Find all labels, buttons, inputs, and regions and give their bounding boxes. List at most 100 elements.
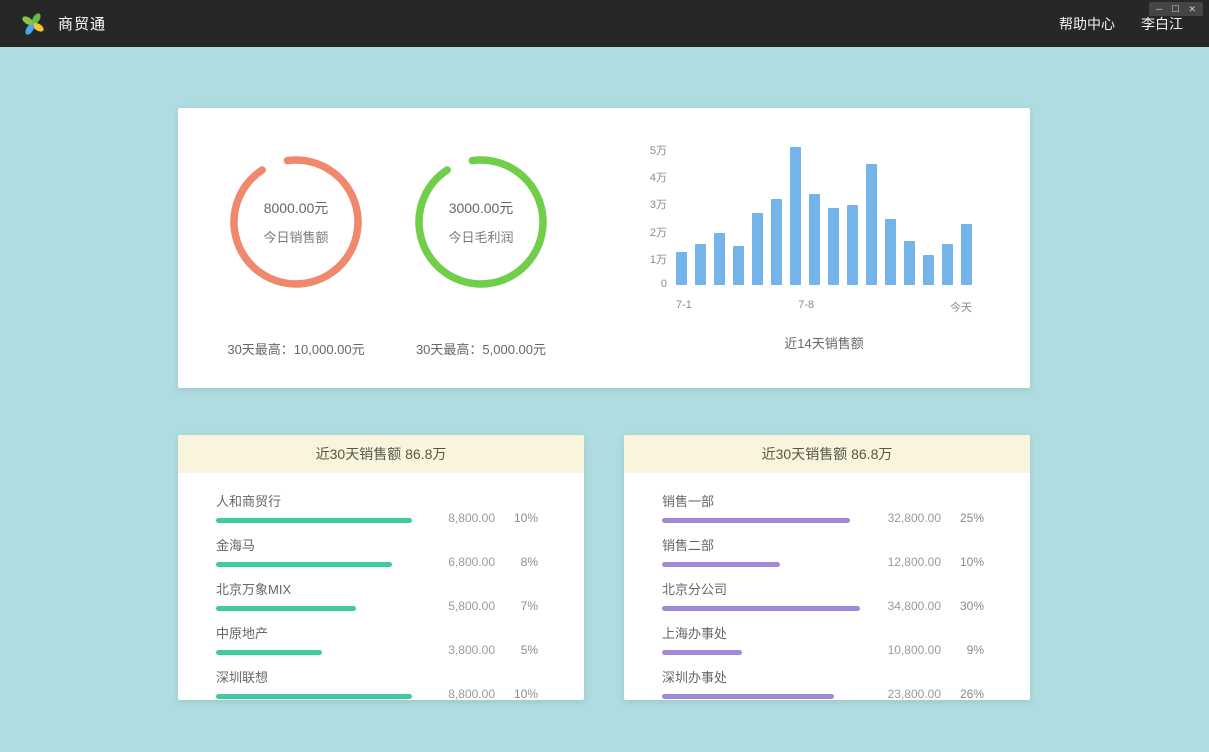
sales-day-bar [752,213,763,285]
percent-value: 8% [510,555,538,569]
amount-value: 6,800.00 [435,555,495,569]
today-sales-max-note: 30天最高：10,000.00元 [226,339,366,358]
percent-value: 10% [956,555,984,569]
sales-day-bar [961,224,972,285]
y-tick: 4万 [650,169,667,185]
window-controls: ─ ☐ ✕ [1149,2,1203,16]
y-tick: 3万 [650,196,667,212]
amount-value: 23,800.00 [881,687,941,700]
ratio-bar [216,650,322,655]
y-tick: 5万 [650,142,667,158]
list-item: 上海办事处 10,800.00 9% [662,623,984,655]
x-tick: 今天 [950,299,972,315]
entity-label: 金海马 [216,535,416,554]
sales-day-bar [733,246,744,285]
ratio-bar [662,606,860,611]
today-profit-value: 3000.00元 [449,198,514,218]
list-item: 金海马 6,800.00 8% [216,535,538,567]
ratio-bar [216,518,412,523]
titlebar-right: 帮助中心 李白江 [1059,14,1183,34]
percent-value: 9% [956,643,984,657]
sales-day-bar [695,244,706,285]
x-tick: 7-1 [676,299,692,311]
entity-label: 深圳办事处 [662,667,862,686]
customer-sales-title: 近30天销售额 86.8万 [178,435,584,473]
app-logo-icon [20,11,46,37]
sales-day-bar [809,194,820,285]
amount-value: 3,800.00 [435,643,495,657]
list-item: 北京分公司 34,800.00 30% [662,579,984,611]
app-title: 商贸通 [58,13,106,34]
entity-label: 深圳联想 [216,667,416,686]
amount-value: 34,800.00 [881,599,941,613]
sales-day-bar [676,252,687,285]
list-item: 深圳联想 8,800.00 10% [216,667,538,699]
maximize-button[interactable]: ☐ [1171,3,1179,15]
ratio-bar [216,562,392,567]
today-sales-donut: 8000.00元 今日销售额 30天最高：10,000.00元 [226,152,366,388]
minimize-button[interactable]: ─ [1156,3,1162,15]
x-axis-labels: 7-1 7-8 今天 [676,299,972,313]
sales-day-bar [866,164,877,285]
today-sales-label: 今日销售额 [263,227,328,246]
percent-value: 10% [510,511,538,525]
ratio-bar [662,694,834,699]
y-tick: 0 [661,278,667,290]
percent-value: 5% [510,643,538,657]
donut-center-text: 8000.00元 今日销售额 [226,152,366,292]
amount-value: 5,800.00 [435,599,495,613]
dashboard: 8000.00元 今日销售额 30天最高：10,000.00元 3000.00元… [178,108,1030,700]
ratio-bar [662,518,850,523]
list-item: 人和商贸行 8,800.00 10% [216,491,538,523]
sales-day-bar [942,244,953,285]
amount-value: 8,800.00 [435,511,495,525]
user-menu[interactable]: 李白江 [1141,14,1183,34]
sales-day-bar [904,241,915,285]
percent-value: 25% [956,511,984,525]
list-item: 销售一部32,800.0025% [662,491,984,523]
amount-value: 8,800.00 [435,687,495,700]
ratio-bar [662,650,742,655]
x-tick: 7-8 [798,299,814,311]
list-item: 销售二部12,800.0010% [662,535,984,567]
sales-day-bar [771,199,782,285]
today-profit-label: 今日毛利润 [448,227,513,246]
donut-center-text: 3000.00元 今日毛利润 [411,152,551,292]
customer-sales-panel: 近30天销售额 86.8万 人和商贸行 8,800.00 10% 金海马 6,800.0… [178,435,584,700]
sales-day-bar [828,208,839,285]
today-profit-donut: 3000.00元 今日毛利润 30天最高：5,000.00元 [411,152,551,388]
sales-day-bar [923,255,934,285]
entity-label: 人和商贸行 [216,491,416,510]
list-item: 北京万象MIX 5,800.00 7% [216,579,538,611]
titlebar: 商贸通 帮助中心 李白江 ─ ☐ ✕ [0,0,1209,47]
amount-value: 10,800.00 [881,643,941,657]
y-tick: 1万 [650,251,667,267]
daily-sales-caption: 近14天销售额 [676,333,972,352]
ratio-bar [216,606,356,611]
sales-day-bar [885,219,896,285]
department-sales-list: 销售一部32,800.0025% 销售二部12,800.0010% 北京分公司 34,… [624,473,1030,699]
sales-day-bar [790,147,801,285]
today-sales-value: 8000.00元 [264,198,329,218]
list-item: 深圳办事处23,800.0026% [662,667,984,699]
close-button[interactable]: ✕ [1188,3,1196,15]
entity-label: 北京万象MIX [216,579,416,598]
percent-value: 30% [956,599,984,613]
entity-label: 北京分公司 [662,579,862,598]
entity-label: 销售二部 [662,535,862,554]
help-center-link[interactable]: 帮助中心 [1059,14,1115,34]
list-item: 中原地产3,800.005% [216,623,538,655]
percent-value: 10% [510,687,538,700]
ratio-bar [216,694,412,699]
percent-value: 7% [510,599,538,613]
entity-label: 上海办事处 [662,623,862,642]
daily-sales-chart: 5万 4万 3万 2万 1万 0 7-1 7-8 今天 近14天销售额 [639,142,972,388]
daily-sales-bars [676,147,972,285]
department-sales-title: 近30天销售额 86.8万 [624,435,1030,473]
sales-day-bar [714,233,725,285]
entity-label: 销售一部 [662,491,862,510]
y-axis-labels: 5万 4万 3万 2万 1万 0 [639,142,667,290]
today-profit-max-note: 30天最高：5,000.00元 [411,339,551,358]
y-tick: 2万 [650,224,667,240]
ratio-bar [662,562,780,567]
